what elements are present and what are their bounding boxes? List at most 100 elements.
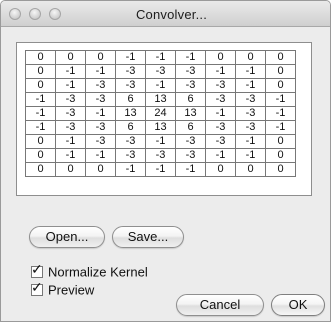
kernel-cell[interactable]: -1 xyxy=(115,162,146,177)
kernel-cell[interactable]: -1 xyxy=(25,106,56,121)
kernel-cell[interactable]: -3 xyxy=(175,64,206,79)
preview-option[interactable]: ✓ Preview xyxy=(31,280,94,298)
kernel-cell[interactable]: -3 xyxy=(235,92,266,107)
kernel-cell[interactable]: 0 xyxy=(25,162,56,177)
window-title: Convolver... xyxy=(135,7,208,22)
kernel-row: -1 -3 -1 13 24 13 -1 -3 -1 xyxy=(25,106,296,121)
open-button[interactable]: Open... xyxy=(29,226,105,248)
kernel-cell[interactable]: -3 xyxy=(205,92,236,107)
kernel-cell[interactable]: 0 xyxy=(265,78,296,93)
kernel-cell[interactable]: 0 xyxy=(85,50,116,65)
kernel-cell[interactable]: -1 xyxy=(175,162,206,177)
kernel-cell[interactable]: -3 xyxy=(115,64,146,79)
kernel-cell[interactable]: 0 xyxy=(265,162,296,177)
kernel-cell[interactable]: -3 xyxy=(175,148,206,163)
normalize-kernel-label: Normalize Kernel xyxy=(48,264,148,280)
kernel-cell[interactable]: -3 xyxy=(115,134,146,149)
kernel-row: 0 0 0 -1 -1 -1 0 0 0 xyxy=(25,50,296,65)
kernel-cell[interactable]: -1 xyxy=(205,64,236,79)
kernel-row: 0 -1 -3 -3 -1 -3 -3 -1 0 xyxy=(25,78,296,93)
kernel-row: 0 -1 -3 -3 -1 -3 -3 -1 0 xyxy=(25,134,296,149)
kernel-cell[interactable]: -3 xyxy=(115,148,146,163)
kernel-row: 0 0 0 -1 -1 -1 0 0 0 xyxy=(25,162,296,177)
kernel-cell[interactable]: -1 xyxy=(55,78,86,93)
kernel-cell[interactable]: -1 xyxy=(265,120,296,135)
kernel-cell[interactable]: 13 xyxy=(145,92,176,107)
kernel-cell[interactable]: 0 xyxy=(265,134,296,149)
kernel-cell[interactable]: -1 xyxy=(55,64,86,79)
kernel-cell[interactable]: -3 xyxy=(235,106,266,121)
kernel-cell[interactable]: 0 xyxy=(25,78,56,93)
kernel-cell[interactable]: 24 xyxy=(145,106,176,121)
kernel-cell[interactable]: 0 xyxy=(235,162,266,177)
kernel-cell[interactable]: -1 xyxy=(265,92,296,107)
kernel-table[interactable]: 0 0 0 -1 -1 -1 0 0 0 0 -1 -1 -3 -3 -3 -1 -1 0 0 -1 -3 -3 -1 -3-… xyxy=(25,50,296,177)
kernel-cell[interactable]: 6 xyxy=(115,120,146,135)
kernel-cell[interactable]: 0 xyxy=(55,162,86,177)
kernel-cell[interactable]: 13 xyxy=(145,120,176,135)
kernel-cell[interactable]: -3 xyxy=(175,78,206,93)
kernel-cell[interactable]: 0 xyxy=(265,148,296,163)
kernel-cell[interactable]: -3 xyxy=(85,78,116,93)
kernel-cell[interactable]: -1 xyxy=(205,148,236,163)
kernel-cell[interactable]: -3 xyxy=(175,134,206,149)
kernel-cell[interactable]: -3 xyxy=(205,134,236,149)
kernel-cell[interactable]: 0 xyxy=(205,50,236,65)
kernel-cell[interactable]: 0 xyxy=(25,134,56,149)
kernel-cell[interactable]: -1 xyxy=(55,134,86,149)
kernel-cell[interactable]: -1 xyxy=(145,134,176,149)
preview-checkbox[interactable]: ✓ xyxy=(31,280,43,296)
kernel-cell[interactable]: -3 xyxy=(85,134,116,149)
kernel-cell[interactable]: -1 xyxy=(25,92,56,107)
kernel-cell[interactable]: 0 xyxy=(265,50,296,65)
kernel-cell[interactable]: 0 xyxy=(265,64,296,79)
kernel-cell[interactable]: -1 xyxy=(235,148,266,163)
title-bar: Convolver... xyxy=(1,1,330,27)
kernel-cell[interactable]: -3 xyxy=(55,106,86,121)
kernel-row: 0 -1 -1 -3 -3 -3 -1 -1 0 xyxy=(25,148,296,163)
kernel-cell[interactable]: -3 xyxy=(205,78,236,93)
kernel-cell[interactable]: -1 xyxy=(265,106,296,121)
kernel-cell[interactable]: 13 xyxy=(175,106,206,121)
kernel-cell[interactable]: -1 xyxy=(145,78,176,93)
kernel-cell[interactable]: 0 xyxy=(25,148,56,163)
normalize-kernel-checkbox[interactable]: ✓ xyxy=(31,262,43,278)
kernel-cell[interactable]: -3 xyxy=(55,92,86,107)
kernel-cell[interactable]: 6 xyxy=(175,92,206,107)
kernel-cell[interactable]: -1 xyxy=(205,106,236,121)
normalize-kernel-option[interactable]: ✓ Normalize Kernel xyxy=(31,262,148,280)
kernel-cell[interactable]: -1 xyxy=(85,148,116,163)
save-button[interactable]: Save... xyxy=(112,226,184,248)
kernel-cell[interactable]: -3 xyxy=(55,120,86,135)
kernel-cell[interactable]: -1 xyxy=(115,50,146,65)
kernel-cell[interactable]: -1 xyxy=(235,134,266,149)
ok-button[interactable]: OK xyxy=(271,294,325,316)
kernel-cell[interactable]: -1 xyxy=(175,50,206,65)
kernel-cell[interactable]: -1 xyxy=(55,148,86,163)
kernel-cell[interactable]: 6 xyxy=(175,120,206,135)
kernel-cell[interactable]: -3 xyxy=(115,78,146,93)
kernel-row: -1 -3 -3 6 13 6 -3 -3 -1 xyxy=(25,120,296,135)
kernel-cell[interactable]: 13 xyxy=(115,106,146,121)
kernel-cell[interactable]: -1 xyxy=(145,50,176,65)
kernel-cell[interactable]: 0 xyxy=(25,50,56,65)
kernel-cell[interactable]: -1 xyxy=(145,162,176,177)
cancel-button[interactable]: Cancel xyxy=(176,294,264,316)
kernel-cell[interactable]: 0 xyxy=(25,64,56,79)
kernel-cell[interactable]: 6 xyxy=(115,92,146,107)
kernel-cell[interactable]: 0 xyxy=(205,162,236,177)
kernel-cell[interactable]: 0 xyxy=(235,50,266,65)
kernel-cell[interactable]: -3 xyxy=(85,92,116,107)
kernel-cell[interactable]: -3 xyxy=(145,64,176,79)
kernel-cell[interactable]: -1 xyxy=(235,64,266,79)
kernel-cell[interactable]: 0 xyxy=(85,162,116,177)
kernel-cell[interactable]: -1 xyxy=(85,106,116,121)
kernel-cell[interactable]: -1 xyxy=(235,78,266,93)
kernel-cell[interactable]: -3 xyxy=(145,148,176,163)
kernel-cell[interactable]: -3 xyxy=(205,120,236,135)
kernel-cell[interactable]: -1 xyxy=(85,64,116,79)
kernel-cell[interactable]: 0 xyxy=(55,50,86,65)
kernel-cell[interactable]: -3 xyxy=(235,120,266,135)
kernel-cell[interactable]: -3 xyxy=(85,120,116,135)
kernel-cell[interactable]: -1 xyxy=(25,120,56,135)
